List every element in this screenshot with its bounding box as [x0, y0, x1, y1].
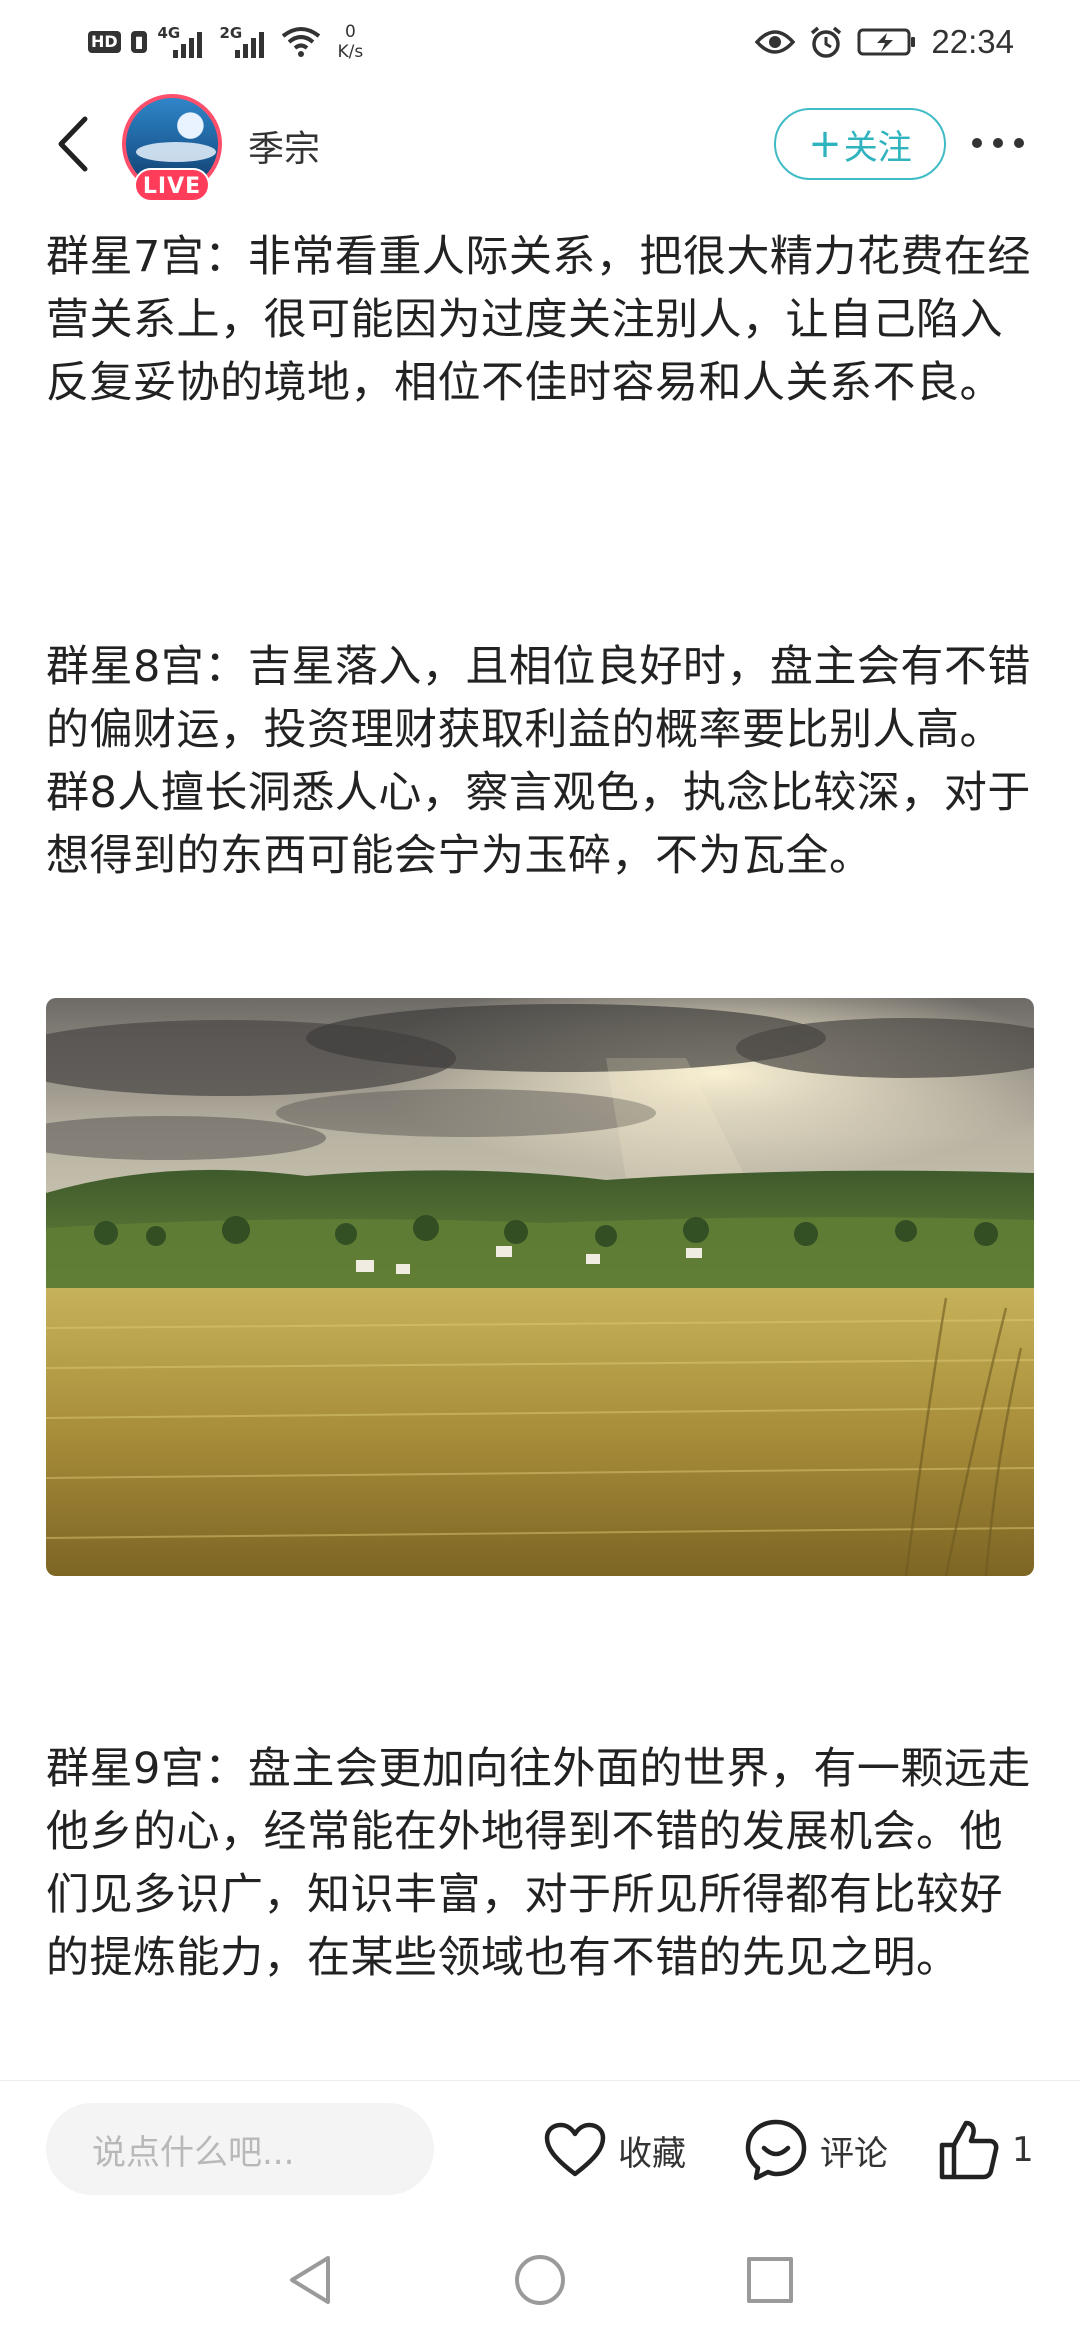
alarm-icon — [811, 26, 842, 58]
square-recent-icon — [747, 2257, 793, 2303]
triangle-back-icon — [290, 2256, 330, 2304]
paragraph-house-7: 群星7宫：非常看重人际关系，把很大精力花费在经营关系上，很可能因为过度关注别人，… — [46, 232, 1031, 408]
nav-recent-button[interactable] — [740, 2250, 800, 2310]
nav-home-button[interactable] — [510, 2250, 570, 2310]
wifi-icon — [282, 27, 321, 57]
dot-icon — [993, 138, 1003, 148]
author-name[interactable]: 季宗 — [248, 120, 320, 172]
signal-sim1-icon: 4G — [157, 24, 209, 60]
system-nav-bar — [0, 2220, 1080, 2340]
comment-bubble-icon — [745, 2119, 807, 2181]
status-left: HD ▮ 4G 2G 0 K/s — [88, 18, 363, 66]
collect-label: 收藏 — [618, 2133, 686, 2174]
comment-input[interactable]: 说点什么吧... — [46, 2103, 434, 2195]
nav-back-button[interactable] — [280, 2250, 340, 2310]
chevron-left-icon — [58, 116, 88, 172]
like-button[interactable]: 1 — [938, 2113, 1034, 2187]
comment-button[interactable]: 评论 — [744, 2113, 888, 2187]
collect-button[interactable]: 收藏 — [544, 2113, 686, 2187]
dot-icon — [972, 138, 982, 148]
status-bar: HD ▮ 4G 2G 0 K/s 22:34 — [0, 0, 1080, 80]
live-badge: LIVE — [134, 168, 210, 202]
dot-icon — [1014, 138, 1024, 148]
more-options-button[interactable] — [968, 118, 1028, 168]
signal-sim2-icon: 2G — [219, 24, 271, 60]
battery-charging-icon — [857, 28, 916, 56]
article-image-wheat-field[interactable] — [46, 998, 1034, 1576]
article-header: LIVE 季宗 + 关注 — [0, 88, 1080, 202]
status-time: 22:34 — [931, 23, 1014, 60]
circle-home-icon — [515, 2255, 565, 2305]
status-right: 22:34 — [755, 18, 1014, 66]
hd-indicator: HD — [88, 31, 121, 53]
eye-icon — [755, 30, 796, 54]
like-count: 1 — [1012, 2130, 1034, 2170]
follow-button[interactable]: + 关注 — [774, 108, 946, 180]
comment-label: 评论 — [820, 2133, 888, 2174]
network-speed: 0 K/s — [337, 22, 364, 62]
follow-label: 关注 — [843, 127, 912, 168]
paragraph-house-8: 群星8宫：吉星落入，且相位良好时，盘主会有不错的偏财运，投资理财获取利益的概率要… — [46, 642, 1031, 881]
sim-card-icon: ▮ — [130, 31, 148, 53]
heart-icon — [544, 2122, 606, 2177]
plus-icon: + — [808, 121, 842, 167]
thumbs-up-icon — [939, 2120, 999, 2180]
bottom-action-bar: 说点什么吧... 收藏 评论 1 — [0, 2080, 1080, 2220]
paragraph-house-9: 群星9宫：盘主会更加向往外面的世界，有一颗远走他乡的心，经常能在外地得到不错的发… — [46, 1744, 1031, 1983]
back-button[interactable] — [44, 112, 100, 176]
landscape-illustration — [46, 998, 1034, 1576]
